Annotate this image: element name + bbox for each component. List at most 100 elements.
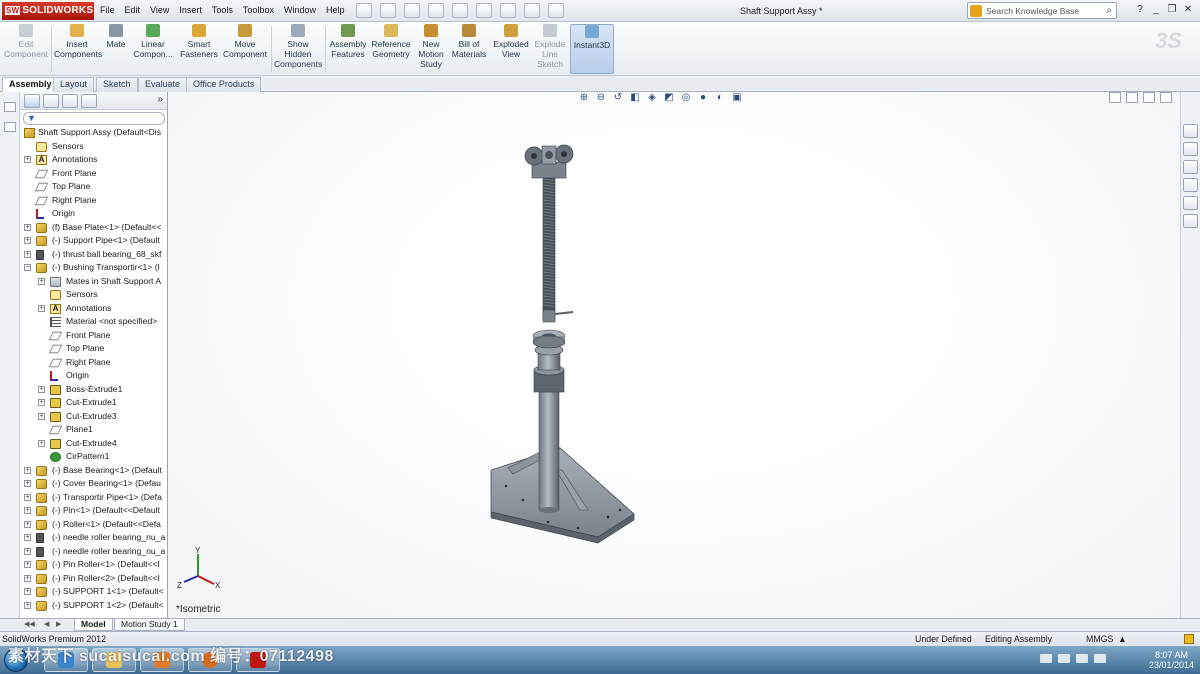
- smart-fasteners-button[interactable]: Smart Fasteners: [178, 24, 220, 59]
- menu-edit[interactable]: Edit: [125, 5, 141, 15]
- tree-item[interactable]: Right Plane: [20, 194, 167, 208]
- configuration-manager-icon[interactable]: [62, 94, 78, 108]
- edit-component-button[interactable]: Edit Component: [4, 24, 48, 59]
- tree-item[interactable]: Origin: [20, 207, 167, 221]
- tree-item[interactable]: Front Plane: [20, 329, 167, 343]
- graphics-area[interactable]: ⊕ ⊖ ↺ ◧ ◈ ◩ ◎ ● ◐ ▣ Y X Z *Isometric: [168, 92, 1180, 618]
- tree-item[interactable]: Right Plane: [20, 356, 167, 370]
- support-pipe[interactable]: [538, 391, 560, 511]
- tree-item[interactable]: + (-) SUPPORT 1<1> (Default<: [20, 585, 167, 599]
- tree-item[interactable]: Top Plane: [20, 342, 167, 356]
- tree-item[interactable]: + Cut-Extrude3: [20, 410, 167, 424]
- expand-icon[interactable]: +: [24, 588, 31, 595]
- minimize-button[interactable]: _: [1148, 4, 1164, 15]
- mate-button[interactable]: Mate: [103, 24, 129, 49]
- expand-icon[interactable]: +: [24, 480, 31, 487]
- tab-sketch[interactable]: Sketch: [96, 77, 138, 92]
- property-manager-icon[interactable]: [43, 94, 59, 108]
- tree-item[interactable]: + A Annotations: [20, 153, 167, 167]
- tree-item[interactable]: + (-) Transportir Pipe<1> (Defa: [20, 491, 167, 505]
- close-button[interactable]: ✕: [1180, 4, 1196, 15]
- flag-icon[interactable]: [1058, 654, 1070, 663]
- unit-system[interactable]: MMGS: [1086, 634, 1113, 644]
- expand-icon[interactable]: +: [24, 547, 31, 555]
- open-folder-icon[interactable]: [380, 3, 396, 18]
- search-icon[interactable]: ⌕: [1106, 5, 1112, 16]
- exploded-view-button[interactable]: Exploded View: [491, 24, 531, 59]
- tree-item[interactable]: + (-) Pin Roller<2> (Default<<I: [20, 572, 167, 586]
- show-hidden-components-button[interactable]: Show Hidden Components: [274, 24, 322, 69]
- options-gear-icon[interactable]: [548, 3, 564, 18]
- tab-layout[interactable]: Layout: [53, 77, 95, 92]
- instant3d-button[interactable]: Instant3D: [570, 24, 614, 74]
- tree-item[interactable]: + (-) Pin<1> (Default<<Default: [20, 504, 167, 518]
- file-explorer-icon[interactable]: [1183, 160, 1198, 174]
- tab-office-products[interactable]: Office Products: [186, 77, 262, 92]
- display-manager-icon[interactable]: [81, 94, 97, 108]
- tree-item[interactable]: + (-) Roller<1> (Default<<Defa: [20, 518, 167, 532]
- menu-toolbox[interactable]: Toolbox: [243, 5, 274, 15]
- chevron-right-icon[interactable]: »: [157, 94, 163, 109]
- network-icon[interactable]: [1076, 654, 1088, 663]
- bill-of-materials-button[interactable]: Bill of Materials: [450, 24, 488, 59]
- expand-icon[interactable]: +: [38, 304, 45, 312]
- expand-icon[interactable]: +: [38, 277, 45, 285]
- expand-icon[interactable]: +: [24, 223, 31, 231]
- appearances-icon[interactable]: [1183, 196, 1198, 210]
- nav-first-icon[interactable]: ◀◀: [24, 620, 35, 628]
- system-clock[interactable]: 8:07 AM 23/01/2014: [1149, 650, 1194, 670]
- tree-root-item[interactable]: Shaft Support Assy (Default<Dis: [20, 126, 167, 140]
- tab-assembly[interactable]: Assembly: [2, 77, 59, 92]
- menu-file[interactable]: File: [100, 5, 115, 15]
- solidworks-logo[interactable]: SW SOLIDWORKS: [2, 2, 94, 20]
- menu-view[interactable]: View: [150, 5, 169, 15]
- search-knowledge-base[interactable]: Search Knowledge Base ⌕: [967, 2, 1117, 19]
- assembly-model-view[interactable]: [168, 92, 1180, 618]
- select-cursor-icon[interactable]: [476, 3, 492, 18]
- undo-icon[interactable]: [452, 3, 468, 18]
- expand-icon[interactable]: +: [24, 574, 31, 582]
- expand-icon[interactable]: +: [38, 385, 45, 393]
- expand-icon[interactable]: +: [38, 439, 45, 447]
- tree-item[interactable]: + Cut-Extrude4: [20, 437, 167, 451]
- collapse-icon[interactable]: −: [24, 264, 31, 271]
- reference-geometry-button[interactable]: Reference Geometry: [370, 24, 412, 59]
- tree-item[interactable]: + Mates in Shaft Support A: [20, 275, 167, 289]
- design-library-icon[interactable]: [1183, 142, 1198, 156]
- help-icon[interactable]: ?: [1132, 4, 1148, 15]
- volume-icon[interactable]: [1094, 654, 1106, 663]
- linear-pattern-button[interactable]: Linear Compon...: [132, 24, 174, 59]
- expand-icon[interactable]: +: [24, 601, 31, 609]
- tree-item[interactable]: Plane1: [20, 423, 167, 437]
- tree-item[interactable]: + (-) Support Pipe<1> (Default: [20, 234, 167, 248]
- tree-item[interactable]: Sensors: [20, 140, 167, 154]
- custom-properties-icon[interactable]: [1183, 214, 1198, 228]
- menu-window[interactable]: Window: [284, 5, 316, 15]
- print-icon[interactable]: [428, 3, 444, 18]
- tree-item[interactable]: + A Annotations: [20, 302, 167, 316]
- tree-item[interactable]: + (-) Cover Bearing<1> (Defau: [20, 477, 167, 491]
- tree-item[interactable]: Front Plane: [20, 167, 167, 181]
- pin[interactable]: [554, 311, 574, 315]
- expand-icon[interactable]: +: [24, 507, 31, 514]
- feature-manager-toggle-icon[interactable]: [3, 102, 16, 112]
- tab-evaluate[interactable]: Evaluate: [138, 77, 188, 92]
- nav-next-icon[interactable]: ▶: [56, 620, 61, 628]
- tree-item[interactable]: + (-) Base Bearing<1> (Default: [20, 464, 167, 478]
- save-icon[interactable]: [404, 3, 420, 18]
- tree-item[interactable]: CirPattern1: [20, 450, 167, 464]
- base-plate[interactable]: [490, 447, 635, 538]
- tree-item[interactable]: Origin: [20, 369, 167, 383]
- tab-motion-study-1[interactable]: Motion Study 1: [114, 619, 185, 631]
- view-palette-icon[interactable]: [1183, 178, 1198, 192]
- tree-item[interactable]: + (-) SUPPORT 1<2> (Default<: [20, 599, 167, 613]
- keyboard-icon[interactable]: [1040, 654, 1052, 663]
- menu-tools[interactable]: Tools: [212, 5, 233, 15]
- nav-prev-icon[interactable]: ◀: [44, 620, 49, 628]
- tree-item[interactable]: + (-) needle roller bearing_nu_a: [20, 531, 167, 545]
- rebuild-icon[interactable]: [500, 3, 516, 18]
- new-document-icon[interactable]: [356, 3, 372, 18]
- tree-item[interactable]: + Boss-Extrude1: [20, 383, 167, 397]
- base-bearing[interactable]: [532, 335, 566, 349]
- expand-icon[interactable]: +: [24, 561, 31, 568]
